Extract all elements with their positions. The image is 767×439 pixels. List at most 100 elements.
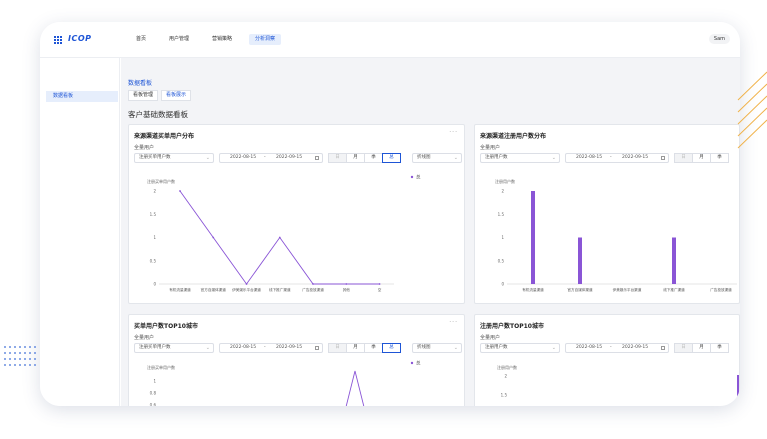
metric-select-value: 注册用户数 <box>485 345 508 350</box>
x-tick-label: 伊美娱乐平台渠道 <box>613 287 642 292</box>
chevron-down-icon: ⌄ <box>551 345 556 351</box>
granularity-toggle: 日 月 季 <box>674 153 729 163</box>
date-range-picker[interactable]: 2022-08-15 - 2022-09-15 <box>565 153 669 163</box>
granularity-month[interactable]: 月 <box>692 343 711 353</box>
granularity-month[interactable]: 月 <box>346 343 365 353</box>
y-axis-label: 注册用户数 <box>497 364 517 370</box>
chart-top10-registration-cities: 注册用户数 2 1.5 <box>497 364 739 406</box>
granularity-month[interactable]: 月 <box>692 153 711 163</box>
sidebar-item-dashboard[interactable]: 数据看板 <box>46 91 118 102</box>
date-end: 2022-09-15 <box>622 345 649 350</box>
subtabs: 看板管理 看板展示 <box>128 90 192 101</box>
main-content: 数据看板 看板管理 看板展示 客户基础数据看板 来源渠道买单用户分布 ··· 全… <box>121 58 740 406</box>
decor-dot <box>29 358 31 360</box>
tab-dashboard-manage[interactable]: 看板管理 <box>128 90 159 101</box>
date-range-picker[interactable]: 2022-08-15 - 2022-09-15 <box>219 343 323 353</box>
date-range-picker[interactable]: 2022-08-15 - 2022-09-15 <box>565 343 669 353</box>
granularity-month[interactable]: 月 <box>346 153 365 163</box>
granularity-toggle: 日 月 季 <box>674 343 729 353</box>
y-tick-label: 1.5 <box>150 212 157 217</box>
x-tick-label: 官方自媒体渠道 <box>201 287 227 292</box>
granularity-day[interactable]: 日 <box>674 153 693 163</box>
bar <box>737 375 739 406</box>
legend-label: 总 <box>416 174 421 181</box>
card-title: 注册用户数TOP10城市 <box>480 323 544 330</box>
more-icon[interactable]: ··· <box>449 129 458 136</box>
x-tick-label: 伊美娱乐平台渠道 <box>232 287 261 292</box>
apps-grid-icon[interactable] <box>54 36 62 44</box>
metric-select[interactable]: 注册用户数 ⌄ <box>480 153 560 163</box>
granularity-total[interactable]: 总 <box>382 153 401 163</box>
y-axis-label: 注册买单用户数 <box>147 178 175 184</box>
granularity-toggle: 日 月 季 总 <box>328 343 401 353</box>
granularity-quarter[interactable]: 季 <box>710 153 729 163</box>
more-icon[interactable]: ··· <box>449 319 458 326</box>
x-tick-label: 广告投放渠道 <box>710 287 732 292</box>
data-point <box>245 283 248 285</box>
user-menu[interactable]: Sam <box>708 34 730 44</box>
data-point <box>179 190 181 192</box>
y-axis-label: 注册用户数 <box>495 178 515 184</box>
nav-item-home[interactable]: 首页 <box>130 34 152 45</box>
bar <box>672 237 676 284</box>
data-point <box>312 283 314 285</box>
chart-type-select[interactable]: 折线图 ⌄ <box>412 153 462 163</box>
metric-select[interactable]: 注册买单用户数 ⌄ <box>134 153 214 163</box>
granularity-quarter[interactable]: 季 <box>364 343 383 353</box>
decorative-dots <box>4 346 36 366</box>
bar <box>578 237 582 284</box>
y-tick-label: 1 <box>153 235 156 240</box>
decor-dot <box>24 352 26 354</box>
decor-dot <box>24 346 26 348</box>
nav-item-marketing[interactable]: 营销策略 <box>206 34 238 45</box>
y-tick-label: 0 <box>153 282 156 287</box>
chart-type-select[interactable]: 折线图 ⌄ <box>412 343 462 353</box>
metric-select-value: 注册买单用户数 <box>139 155 171 160</box>
decor-dot <box>19 358 21 360</box>
granularity-day[interactable]: 日 <box>328 343 347 353</box>
x-tick-label: 有机流量渠道 <box>522 287 544 292</box>
app-logo: ICOP <box>68 34 92 43</box>
y-axis-label: 注册买单用户数 <box>147 364 175 370</box>
card-title: 来源渠道买单用户分布 <box>134 133 195 140</box>
data-point <box>378 283 381 285</box>
y-tick-label: 2 <box>153 189 156 194</box>
chart-channel-buyers: 注册买单用户数 0 0.5 1 1.5 2 有机流量渠道 官方自媒体渠道 伊美娱乐平台渠道 线下推… <box>147 174 421 293</box>
chevron-down-icon: ⌄ <box>551 155 556 161</box>
decor-dot <box>9 364 11 366</box>
metric-select[interactable]: 注册用户数 ⌄ <box>480 343 560 353</box>
x-tick-label: 其他 <box>343 287 351 292</box>
date-end: 2022-09-15 <box>622 155 649 160</box>
tab-dashboard-display[interactable]: 看板展示 <box>161 90 192 101</box>
nav-item-user-management[interactable]: 用户管理 <box>163 34 195 45</box>
decor-dot <box>14 352 16 354</box>
granularity-quarter[interactable]: 季 <box>710 343 729 353</box>
data-point <box>212 236 215 239</box>
decor-dot <box>4 346 6 348</box>
x-tick-label: 官方自媒体渠道 <box>567 287 593 292</box>
date-range-picker[interactable]: 2022-08-15 - 2022-09-15 <box>219 153 323 163</box>
decor-dot <box>19 352 21 354</box>
granularity-day[interactable]: 日 <box>328 153 347 163</box>
chart-type-value: 折线图 <box>417 155 431 160</box>
legend-label: 总 <box>416 360 421 367</box>
decor-dot <box>24 364 26 366</box>
granularity-quarter[interactable]: 季 <box>364 153 383 163</box>
nav-item-analytics[interactable]: 分析洞察 <box>249 34 282 45</box>
chart-type-value: 折线图 <box>417 345 431 350</box>
legend-marker <box>410 361 414 365</box>
card-top10-buyer-cities: 买单用户数TOP10城市 ··· 全量用户 注册买单用户数 ⌄ 2022-08-1… <box>128 314 465 406</box>
granularity-day[interactable]: 日 <box>674 343 693 353</box>
metric-select-value: 注册买单用户数 <box>139 345 171 350</box>
section-title: 客户基础数据看板 <box>128 110 188 119</box>
chevron-down-icon: ⌄ <box>453 345 458 351</box>
granularity-total[interactable]: 总 <box>382 343 401 353</box>
y-tick-label: 1.5 <box>501 393 508 398</box>
chart-channel-registrations: 注册用户数 0 0.5 1 1.5 2 有机流量渠道 官方自媒体渠道 伊美娱乐平台渠道 线下推广渠… <box>495 178 737 292</box>
decor-dot <box>19 346 21 348</box>
decor-dot <box>24 358 26 360</box>
card-title: 买单用户数TOP10城市 <box>134 323 198 330</box>
calendar-icon <box>315 156 319 160</box>
metric-select[interactable]: 注册买单用户数 ⌄ <box>134 343 214 353</box>
card-channel-registrations: 来源渠道注册用户数分布 全量用户 注册用户数 ⌄ 2022-08-15 - 202… <box>474 124 740 304</box>
